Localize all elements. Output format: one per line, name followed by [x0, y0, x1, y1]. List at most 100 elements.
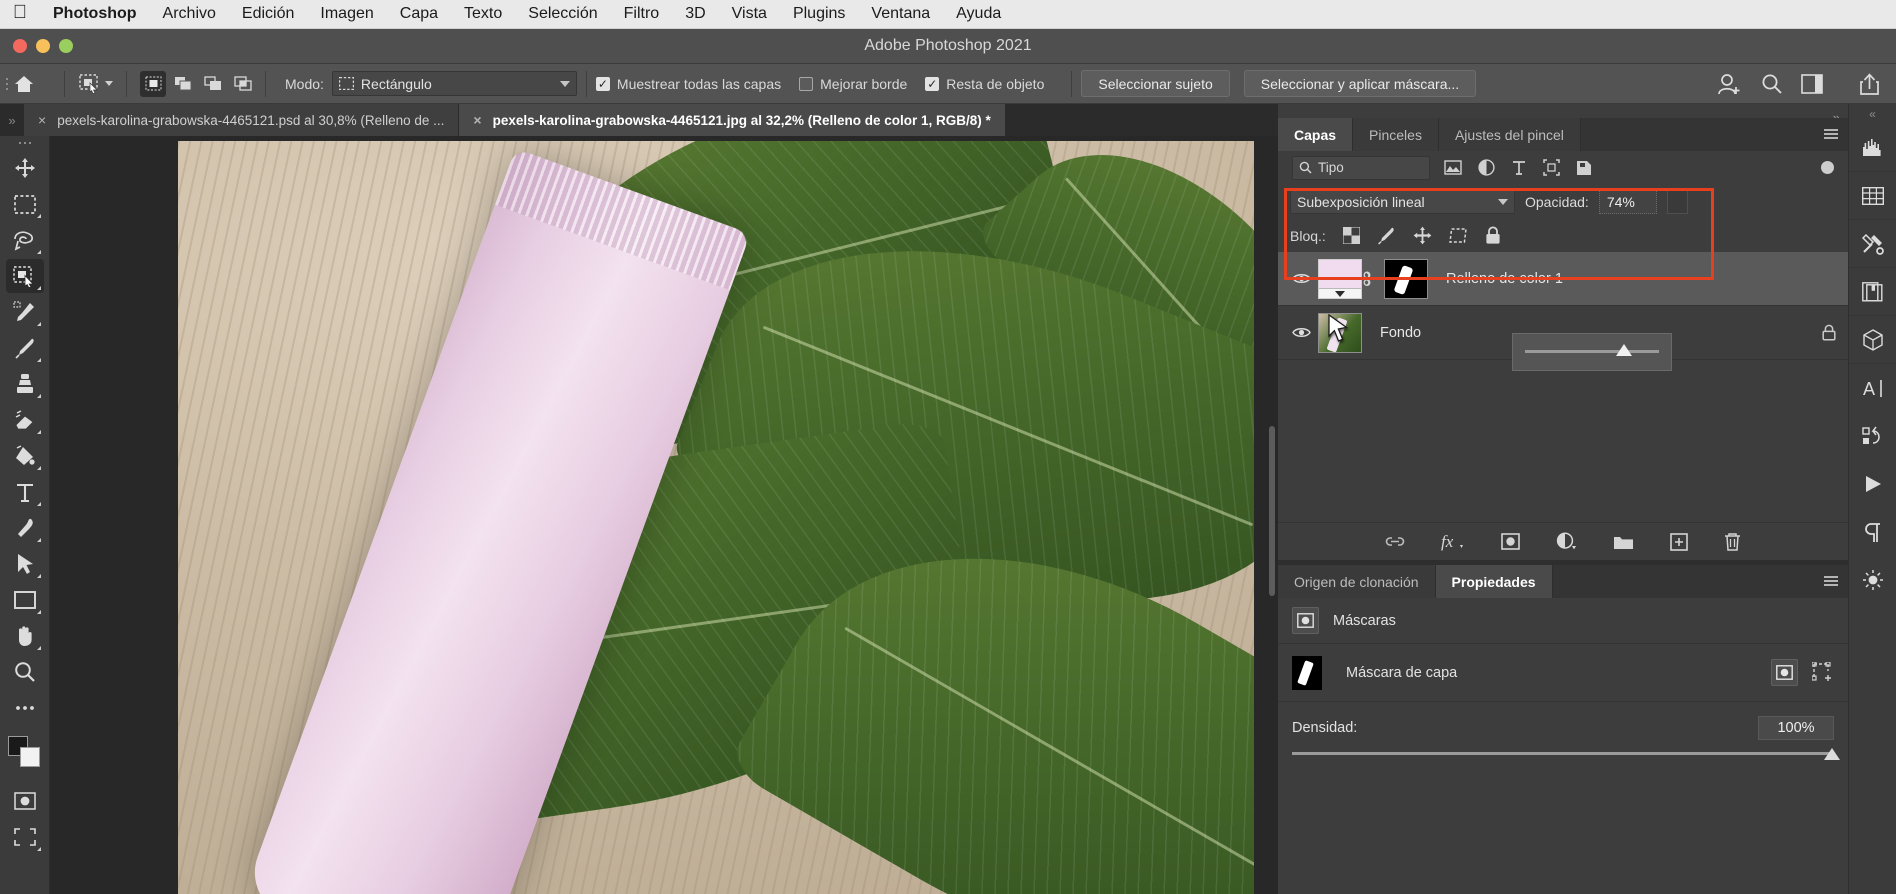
color-swatches-icon[interactable]	[1848, 172, 1896, 220]
3d-cube-icon[interactable]	[1848, 316, 1896, 364]
checkbox-object-subtract[interactable]: ✓ Resta de objeto	[925, 76, 1044, 92]
selection-mode-add[interactable]	[170, 71, 196, 97]
tab-capas[interactable]: Capas	[1278, 118, 1354, 151]
more-tools-button[interactable]	[6, 691, 44, 725]
link-layers-icon[interactable]	[1385, 535, 1405, 548]
density-slider-track[interactable]	[1292, 748, 1840, 760]
document-image[interactable]	[178, 141, 1254, 894]
menu-item-texto[interactable]: Texto	[451, 5, 515, 23]
quick-mask-icon[interactable]	[6, 784, 44, 818]
tab-scroll-arrows[interactable]: »	[0, 104, 24, 136]
workspace-icon[interactable]	[1801, 73, 1823, 94]
tools-panel-grip[interactable]	[18, 136, 31, 150]
menu-item-imagen[interactable]: Imagen	[307, 5, 386, 23]
clone-stamp-tool[interactable]	[6, 367, 44, 401]
selection-mode-subtract[interactable]	[200, 71, 226, 97]
panel-menu-icon[interactable]	[1824, 127, 1838, 141]
menu-item-ventana[interactable]: Ventana	[858, 5, 943, 23]
tab-pinceles[interactable]: Pinceles	[1353, 118, 1439, 151]
menu-item-seleccion[interactable]: Selección	[515, 5, 610, 23]
checkbox-sample-all-layers[interactable]: ✓ Muestrear todas las capas	[595, 76, 781, 92]
layer-visibility-toggle[interactable]	[1284, 272, 1318, 285]
selection-mode-intersect[interactable]	[230, 71, 256, 97]
menu-item-filtro[interactable]: Filtro	[611, 5, 673, 23]
menu-item-plugins[interactable]: Plugins	[780, 5, 858, 23]
home-icon[interactable]	[13, 74, 55, 94]
layer-visibility-toggle[interactable]	[1284, 326, 1318, 339]
opacity-slider-thumb[interactable]	[1616, 344, 1632, 356]
zoom-tool[interactable]	[6, 655, 44, 689]
chevron-down-icon[interactable]	[1498, 198, 1508, 205]
lock-position-icon[interactable]	[1413, 226, 1432, 245]
3d-scene-icon[interactable]	[1849, 556, 1896, 604]
type-tool[interactable]	[6, 475, 44, 509]
opacity-slider-popup[interactable]	[1512, 333, 1672, 371]
opacity-slider-track[interactable]	[1525, 350, 1659, 353]
add-layer-mask-icon[interactable]	[1501, 533, 1520, 550]
quick-selection-tool-icon[interactable]	[74, 73, 117, 95]
delete-layer-icon[interactable]	[1724, 532, 1741, 551]
layer-name[interactable]: Relleno de color 1	[1446, 271, 1836, 287]
menu-item-archivo[interactable]: Archivo	[150, 5, 229, 23]
checkbox-enhance-edge[interactable]: Mejorar borde	[799, 76, 907, 92]
rail-collapse-icon[interactable]: «	[1869, 104, 1876, 124]
solid-color-fill-thumbnail[interactable]	[1318, 258, 1362, 299]
move-tool[interactable]	[6, 151, 44, 185]
lock-artboard-nesting-icon[interactable]	[1448, 227, 1468, 244]
brush-tool[interactable]	[6, 331, 44, 365]
new-fill-adjustment-layer-icon[interactable]	[1556, 532, 1577, 551]
share-icon[interactable]	[1859, 72, 1880, 95]
layer-row-relleno-de-color-1[interactable]: Relleno de color 1	[1278, 252, 1848, 306]
density-input[interactable]: 100%	[1758, 716, 1834, 740]
rectangle-tool[interactable]	[6, 583, 44, 617]
opacity-input[interactable]: 74%	[1598, 189, 1657, 214]
opacity-slider-toggle[interactable]	[1666, 189, 1688, 214]
chevron-down-icon[interactable]	[559, 80, 570, 87]
filter-enable-toggle[interactable]	[1821, 161, 1834, 174]
menu-item-edicion[interactable]: Edición	[229, 5, 307, 23]
actions-icon[interactable]	[1849, 412, 1896, 460]
image-filter-icon[interactable]	[1444, 160, 1462, 175]
layer-style-fx-icon[interactable]: fx	[1441, 532, 1465, 551]
search-icon[interactable]	[1761, 73, 1783, 95]
panel-menu-icon[interactable]	[1824, 574, 1838, 588]
layer-mask-row[interactable]: Máscara de capa	[1278, 644, 1848, 702]
timeline-play-icon[interactable]	[1849, 460, 1896, 508]
filter-type-select[interactable]: Tipo	[1292, 155, 1430, 180]
menu-item-ayuda[interactable]: Ayuda	[943, 5, 1014, 23]
tools-icon[interactable]	[1848, 220, 1896, 268]
paragraph-icon[interactable]	[1849, 508, 1896, 556]
quick-selection-tool[interactable]	[5, 259, 44, 293]
tab-origen-de-clonacion[interactable]: Origen de clonación	[1278, 565, 1436, 598]
screen-mode-icon[interactable]	[6, 820, 44, 854]
tool-preset-chevron-icon[interactable]	[105, 81, 113, 86]
options-bar-grip[interactable]	[0, 64, 13, 104]
close-icon[interactable]: ×	[38, 112, 46, 128]
canvas-vertical-scrollbar[interactable]	[1269, 426, 1275, 596]
pen-tool[interactable]	[6, 511, 44, 545]
tab-ajustes-del-pincel[interactable]: Ajustes del pincel	[1438, 118, 1581, 151]
menu-item-vista[interactable]: Vista	[719, 5, 780, 23]
shape-filter-icon[interactable]	[1543, 159, 1560, 176]
select-and-mask-button[interactable]: Seleccionar y aplicar máscara...	[1243, 70, 1477, 97]
canvas-area[interactable]	[50, 136, 1278, 894]
character-icon[interactable]: A	[1849, 364, 1896, 412]
layer-mask-thumbnail[interactable]	[1292, 655, 1322, 690]
type-filter-icon[interactable]	[1511, 160, 1527, 176]
apple-logo-icon[interactable]: 	[0, 3, 40, 25]
lock-all-icon[interactable]	[1485, 226, 1501, 245]
rectangular-marquee-tool[interactable]	[6, 187, 44, 221]
mode-select[interactable]: Rectángulo	[331, 71, 577, 96]
eraser-tool[interactable]	[6, 403, 44, 437]
selection-mode-new[interactable]	[140, 70, 166, 97]
close-icon[interactable]: ×	[473, 112, 481, 128]
vector-mask-icon[interactable]	[1812, 662, 1834, 683]
lasso-tool[interactable]	[6, 223, 44, 257]
color-swatches[interactable]	[7, 736, 42, 768]
new-layer-icon[interactable]	[1670, 532, 1688, 551]
select-subject-button[interactable]: Seleccionar sujeto	[1081, 70, 1230, 97]
gradient-tool[interactable]	[6, 439, 44, 473]
layer-mask-thumbnail[interactable]	[1384, 258, 1428, 299]
eyedropper-tool[interactable]	[6, 295, 44, 329]
link-mask-icon[interactable]	[1362, 270, 1384, 288]
